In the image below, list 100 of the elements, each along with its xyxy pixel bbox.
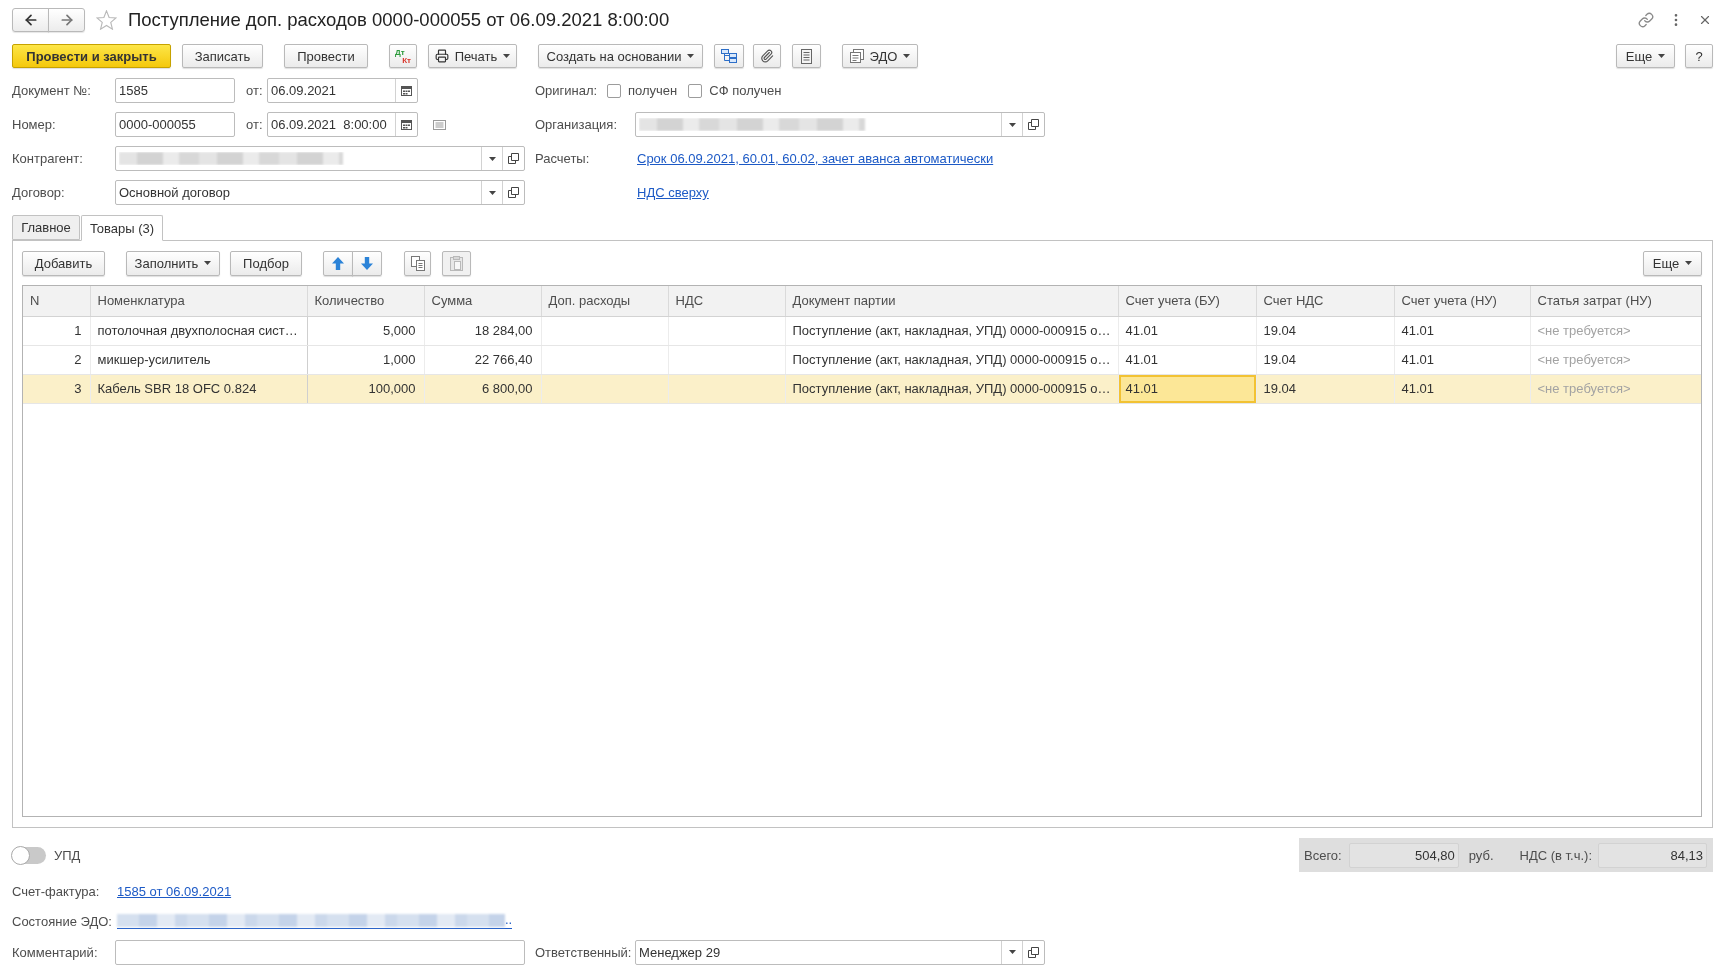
tab[interactable]: Товары (3) xyxy=(81,215,163,241)
checkbox[interactable] xyxy=(607,83,621,98)
column-header: Количество xyxy=(307,286,424,316)
caret-icon xyxy=(503,54,511,58)
toggle-label: УПД xyxy=(53,847,82,863)
checkbox-label: СФ получен xyxy=(709,83,782,98)
column-header: N xyxy=(23,286,90,316)
field-label: Документ №: xyxy=(12,83,92,98)
more-button[interactable]: Еще xyxy=(1643,250,1702,276)
combo-field[interactable] xyxy=(115,146,525,171)
total-label: Всего: xyxy=(1304,847,1342,863)
forward-button[interactable] xyxy=(48,8,85,32)
combo-field[interactable]: Основной договор xyxy=(115,180,525,205)
table-cell: Поступление (акт, накладная, УПД) 0000-000915 о… xyxy=(785,374,1118,403)
link-icon[interactable] xyxy=(1638,12,1654,28)
tab[interactable]: Главное xyxy=(12,215,80,240)
document-button[interactable] xyxy=(792,44,821,68)
link[interactable]: Срок 06.09.2021, 60.01, 60.02, зачет аванса автоматически xyxy=(637,151,994,166)
table-cell: 41.01 xyxy=(1394,374,1530,403)
debit-credit-button[interactable]: Дт Кт xyxy=(389,44,417,68)
table-cell: потолочная двухполосная сист… xyxy=(90,316,307,345)
copy-button[interactable] xyxy=(404,250,431,276)
combo-field[interactable] xyxy=(635,112,1045,137)
date-field[interactable]: 06.09.2021 8:00:00 xyxy=(267,112,418,137)
structure-button[interactable] xyxy=(714,44,744,68)
help-button[interactable]: ? xyxy=(1685,44,1713,68)
combo-field[interactable]: Менеджер 29 xyxy=(635,939,1045,965)
field-label: Договор: xyxy=(12,185,66,200)
caret-icon xyxy=(488,190,496,195)
print-button[interactable]: Печать xyxy=(428,44,517,68)
caret-icon xyxy=(488,156,496,161)
link[interactable]: НДС сверху xyxy=(637,185,709,200)
column-header: Документ партии xyxy=(785,286,1118,316)
pick-button[interactable]: Подбор xyxy=(230,250,302,276)
move-down-button[interactable] xyxy=(352,250,382,276)
table-cell: 6 800,00 xyxy=(424,374,541,403)
field-label: Номер: xyxy=(12,117,57,132)
calendar-icon xyxy=(401,85,412,96)
table-cell: <не требуется> xyxy=(1530,316,1701,345)
input-field[interactable] xyxy=(115,939,525,965)
checkbox[interactable] xyxy=(688,83,703,98)
table-cell: 19.04 xyxy=(1256,316,1394,345)
caret-icon xyxy=(1008,122,1016,127)
table-row[interactable]: 2 микшер-усилитель 1,000 22 766,40 Поступление (акт, накладная, УПД) 0000-000915 о… 41.01 19.04 41.01 <не требуется> xyxy=(23,345,1701,374)
table-row[interactable]: 3 Кабель SBR 18 OFC 0.824 100,000 6 800,00 Поступление (акт, накладная, УПД) 0000-000915 о… 41.01 19.04 41.01 <не требуется> xyxy=(23,374,1701,403)
table-cell: 41.01 xyxy=(1118,345,1256,374)
window-title: Поступление доп. расходов 0000-000055 от 06.09.2021 8:00:00 xyxy=(128,9,670,31)
field-label: Расчеты: xyxy=(535,151,591,166)
field-label: Организация: xyxy=(535,117,619,132)
field-label: от: xyxy=(245,117,264,132)
table-cell: 19.04 xyxy=(1256,374,1394,403)
paperclip-icon xyxy=(760,49,774,63)
more-button[interactable]: Еще xyxy=(1616,44,1675,68)
close-icon[interactable] xyxy=(1698,13,1712,27)
toggle-switch[interactable] xyxy=(12,846,46,864)
table-cell: 41.01 xyxy=(1118,316,1256,345)
table-cell: 1 xyxy=(23,316,90,345)
documents-icon xyxy=(849,49,864,63)
open-icon xyxy=(508,153,519,164)
arrow-down-icon xyxy=(361,256,373,270)
field-label: от: xyxy=(245,83,264,98)
column-header: Статья затрат (НУ) xyxy=(1530,286,1701,316)
table-cell: <не требуется> xyxy=(1530,374,1701,403)
table-cell: <не требуется> xyxy=(1530,345,1701,374)
attach-button[interactable] xyxy=(753,44,781,68)
checkbox-label: получен xyxy=(628,83,678,98)
create-based-on-button[interactable]: Создать на основании xyxy=(538,44,703,68)
list-icon xyxy=(433,119,446,130)
table-row[interactable]: 1 потолочная двухполосная сист… 5,000 18 284,00 Поступление (акт, накладная, УПД) 0000-000915 о… 41.01 19.04 41.01 <не требуется> xyxy=(23,316,1701,345)
currency-label: руб. xyxy=(1468,847,1494,863)
vat-field: 84,13 xyxy=(1598,842,1707,868)
column-header: Доп. расходы xyxy=(541,286,668,316)
table-cell: 2 xyxy=(23,345,90,374)
caret-icon xyxy=(1008,950,1016,954)
column-header: НДС xyxy=(668,286,785,316)
add-button[interactable]: Добавить xyxy=(22,250,105,276)
fill-button[interactable]: Заполнить xyxy=(126,250,220,276)
input-field[interactable]: 0000-000055 xyxy=(115,112,235,137)
open-icon xyxy=(508,187,519,198)
post-and-close-button[interactable]: Провести и закрыть xyxy=(12,44,171,68)
move-up-button[interactable] xyxy=(323,250,353,276)
table-cell: 22 766,40 xyxy=(424,345,541,374)
document-icon xyxy=(801,48,812,64)
column-header: Счет учета (БУ) xyxy=(1118,286,1256,316)
edo-button[interactable]: ЭДО xyxy=(842,44,918,68)
date-field[interactable]: 06.09.2021 xyxy=(267,78,418,103)
invoice-link[interactable]: 1585 от 06.09.2021 xyxy=(117,883,232,899)
table-cell: 3 xyxy=(23,374,90,403)
column-header: Сумма xyxy=(424,286,541,316)
table-cell: Поступление (акт, накладная, УПД) 0000-000915 о… xyxy=(785,316,1118,345)
table-cell: 41.01 xyxy=(1118,374,1256,403)
back-button[interactable] xyxy=(12,8,49,32)
caret-icon xyxy=(903,54,911,58)
save-button[interactable]: Записать xyxy=(182,44,263,68)
post-button[interactable]: Провести xyxy=(284,44,368,68)
input-field[interactable]: 1585 xyxy=(115,78,235,103)
table-cell: 1,000 xyxy=(307,345,424,374)
table-cell: микшер-усилитель xyxy=(90,345,307,374)
column-header: Номенклатура xyxy=(90,286,307,316)
status-link[interactable]: .. xyxy=(117,913,513,929)
